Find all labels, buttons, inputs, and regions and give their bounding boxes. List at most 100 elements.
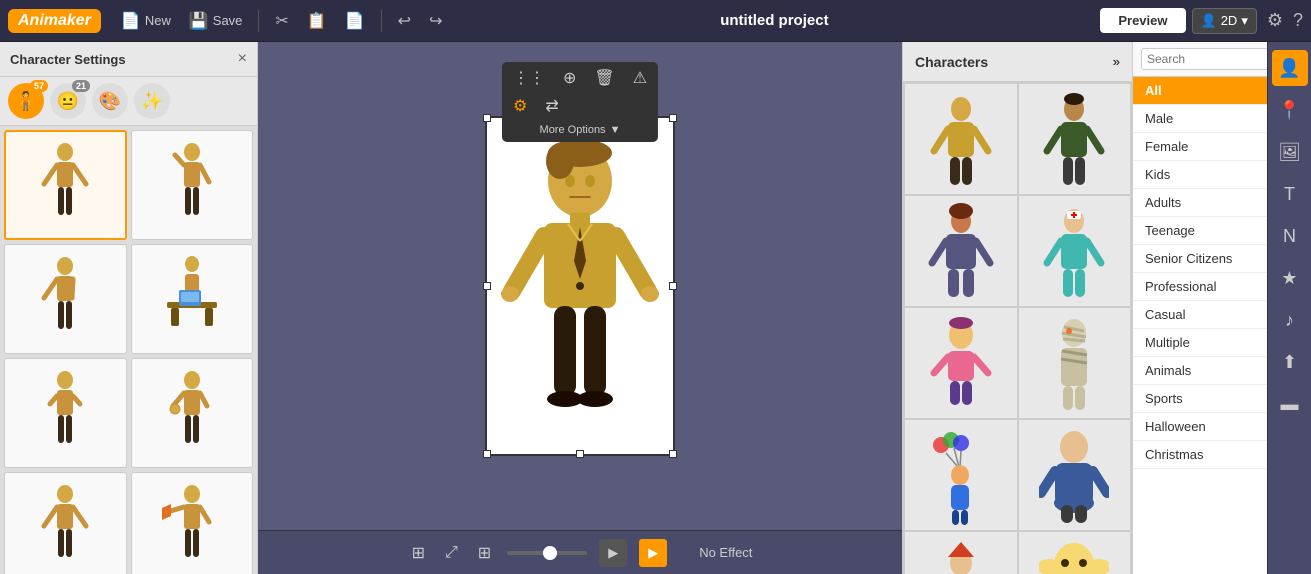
undo-icon: ↩ [398,11,411,31]
sidebar-icon-image[interactable]: 🖼 [1272,134,1308,170]
fit-to-screen-button[interactable]: ⊞ [408,539,429,567]
logo[interactable]: Animaker [8,9,101,33]
grid-button[interactable]: ⊞ [474,539,495,567]
cut-button[interactable]: ✂ [269,8,294,34]
panel-header: Character Settings × [0,42,257,77]
tab-pose[interactable]: 🧍 57 [8,83,44,119]
redo-button[interactable]: ↪ [423,8,448,34]
pose-figure-6 [157,368,227,458]
filter-item-christmas[interactable]: Christmas [1133,441,1267,469]
pose-figure-5 [30,368,100,458]
view-mode-selector[interactable]: 👤 2D ▾ [1192,8,1257,34]
sidebar-icon-text[interactable]: T [1272,176,1308,212]
pose-cell-8[interactable] [131,472,254,574]
ctx-settings-icon[interactable]: ⚙ [508,94,532,118]
filter-item-professional[interactable]: Professional [1133,273,1267,301]
filter-item-teenage[interactable]: Teenage [1133,217,1267,245]
chars-grid [903,82,1132,574]
canvas[interactable] [485,116,675,456]
pose-cell-6[interactable] [131,358,254,468]
preview-button[interactable]: Preview [1100,8,1185,33]
char-cell-9[interactable] [905,532,1017,574]
pose-cell-5[interactable] [4,358,127,468]
context-toolbar: ⋮⋮ ⊕ 🗑 ⚠ ⚙ ⇄ More Options ▼ [502,62,658,142]
pose-cell-2[interactable] [131,130,254,240]
effects-icon: ✨ [141,91,163,112]
copy-button[interactable]: 📋 [301,8,333,34]
char-cell-10[interactable] [1019,532,1131,574]
filter-panel: 🔍 AllMaleFemaleKidsAdultsTeenageSenior C… [1132,42,1267,574]
char-cell-3[interactable] [905,196,1017,306]
tab-face[interactable]: 😐 21 [50,83,86,119]
chars-expand-icon[interactable]: » [1113,54,1120,69]
char-cell-8[interactable] [1019,420,1131,530]
handle-mr[interactable] [669,282,677,290]
sidebar-icon-character[interactable]: 👤 [1272,50,1308,86]
ctx-drag-icon[interactable]: ⋮⋮ [508,66,550,90]
filter-item-kids[interactable]: Kids [1133,161,1267,189]
fullscreen-button[interactable]: ⤢ [441,540,462,566]
zoom-slider[interactable] [507,551,587,555]
pose-cell-3[interactable] [4,244,127,354]
filter-item-animals[interactable]: Animals [1133,357,1267,385]
filter-item-adults[interactable]: Adults [1133,189,1267,217]
char-cell-2[interactable] [1019,84,1131,194]
pose-figure-4 [157,254,227,344]
sidebar-icon-handwriting[interactable]: N [1272,218,1308,254]
canvas-wrapper[interactable]: ⋮⋮ ⊕ 🗑 ⚠ ⚙ ⇄ More Options ▼ [258,42,902,530]
settings-icon[interactable]: ⚙ [1267,10,1283,31]
help-icon[interactable]: ? [1293,10,1303,31]
handle-tl[interactable] [483,114,491,122]
paste-button[interactable]: 📄 [339,8,371,34]
ctx-warning-icon[interactable]: ⚠ [628,66,652,90]
ctx-target-icon[interactable]: ⊕ [558,66,581,90]
pose-cell-7[interactable] [4,472,127,574]
tab-effects[interactable]: ✨ [134,83,170,119]
chars-header: Characters » [903,42,1132,82]
char-cell-6[interactable] [1019,308,1131,418]
filter-item-multiple[interactable]: Multiple [1133,329,1267,357]
pose-badge: 57 [30,80,48,92]
slider-thumb[interactable] [543,546,557,560]
filter-item-male[interactable]: Male [1133,105,1267,133]
filter-item-all[interactable]: All [1133,77,1267,105]
char-cell-5[interactable] [905,308,1017,418]
slider-track[interactable] [507,551,587,555]
play-next-button[interactable]: ▶ [639,539,667,567]
handle-bm[interactable] [576,450,584,458]
filter-item-female[interactable]: Female [1133,133,1267,161]
tab-color[interactable]: 🎨 [92,83,128,119]
pose-cell-1[interactable] [4,130,127,240]
filter-item-halloween[interactable]: Halloween [1133,413,1267,441]
play-button[interactable]: ▶ [599,539,627,567]
face-icon: 😐 [57,91,79,112]
sidebar-icon-music[interactable]: ♪ [1272,302,1308,338]
handle-br[interactable] [669,450,677,458]
undo-button[interactable]: ↩ [392,8,417,34]
main-layout: Character Settings × 🧍 57 😐 21 🎨 ✨ [0,42,1311,574]
more-options-button[interactable]: More Options ▼ [508,122,652,138]
pose-cell-4[interactable] [131,244,254,354]
right-sidebar: 👤 📍 🖼 TN ★ ♪ ⬆ ▬ [1267,42,1311,574]
ctx-delete-icon[interactable]: 🗑 [589,66,619,90]
save-button[interactable]: 💾 Save [183,8,249,34]
handle-bl[interactable] [483,450,491,458]
filter-item-senior[interactable]: Senior Citizens [1133,245,1267,273]
more-options-arrow: ▼ [610,124,621,136]
sidebar-icon-effects[interactable]: ★ [1272,260,1308,296]
sidebar-icon-location[interactable]: 📍 [1272,92,1308,128]
filter-item-sports[interactable]: Sports [1133,385,1267,413]
ctx-swap-icon[interactable]: ⇄ [540,94,563,118]
handle-ml[interactable] [483,282,491,290]
char-cell-4[interactable] [1019,196,1131,306]
panel-close-button[interactable]: × [238,50,247,68]
char-cell-7[interactable] [905,420,1017,530]
sidebar-icon-background[interactable]: ▬ [1272,386,1308,422]
search-box: 🔍 [1133,42,1267,77]
ctx-row-1: ⋮⋮ ⊕ 🗑 ⚠ [508,66,652,90]
new-button[interactable]: 📄 New [115,8,177,34]
char-cell-1[interactable] [905,84,1017,194]
filter-item-casual[interactable]: Casual [1133,301,1267,329]
handle-tr[interactable] [669,114,677,122]
sidebar-icon-upload[interactable]: ⬆ [1272,344,1308,380]
